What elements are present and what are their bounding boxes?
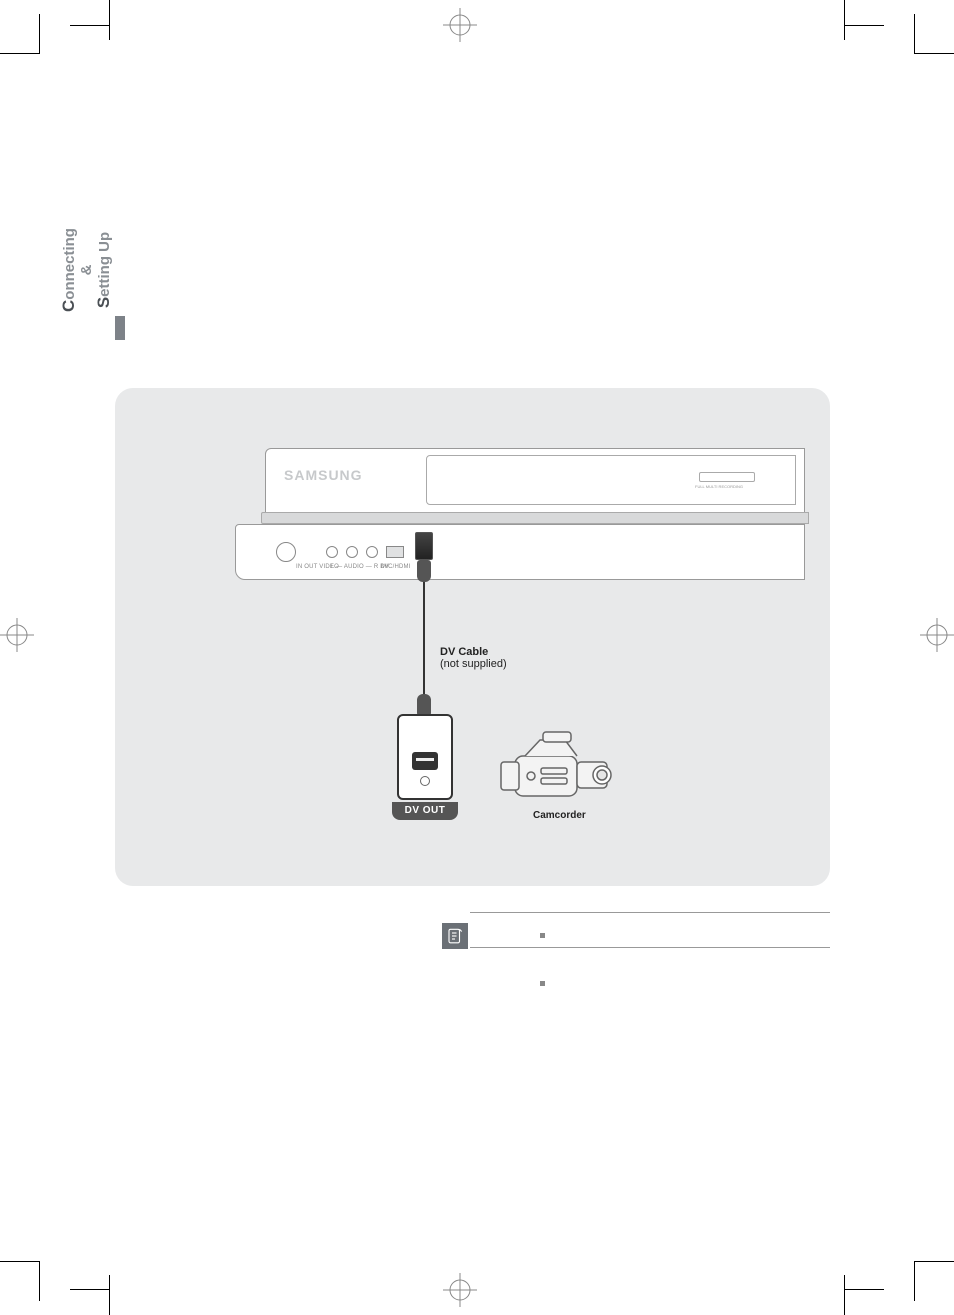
note-icon (442, 923, 468, 949)
crop-mark (39, 14, 40, 54)
dv-port-icon (386, 546, 404, 558)
tab-cap-1: C (59, 300, 78, 312)
tab-text-2: etting Up (96, 232, 113, 297)
format-badge (699, 472, 755, 482)
camcorder-label: Camcorder (533, 810, 586, 821)
dvd-recorder: SAMSUNG FULL MULTI RECORDING IN OUT VIDE… (265, 448, 805, 583)
crop-mark (914, 1261, 915, 1301)
recorder-footbar (261, 512, 809, 524)
format-badge-sub: FULL MULTI RECORDING (695, 484, 759, 490)
bullet-icon (540, 933, 545, 938)
note-block (470, 912, 830, 948)
crop-mark (914, 1261, 954, 1262)
dv-cable (423, 582, 425, 694)
disc-tray: FULL MULTI RECORDING (426, 455, 796, 505)
dv-out-port (397, 714, 453, 800)
registration-mark-icon (443, 8, 477, 42)
tab-text-1: onnecting & (61, 228, 95, 300)
crop-mark (70, 25, 110, 26)
cable-note: (not supplied) (440, 658, 507, 670)
crop-mark (844, 0, 845, 40)
section-tab-marker (115, 316, 125, 340)
av-jack-icon (346, 546, 358, 558)
crop-mark (844, 25, 884, 26)
crop-mark (70, 1289, 110, 1290)
dv-plug-icon (417, 560, 431, 582)
tab-cap-2: S (94, 297, 113, 308)
firewire-port-icon (412, 752, 438, 770)
dv-plug-icon (417, 694, 431, 716)
av-jack-icon (366, 546, 378, 558)
bullet-icon (540, 981, 545, 986)
crop-mark (0, 1261, 40, 1262)
registration-mark-icon (443, 1273, 477, 1307)
connection-diagram: SAMSUNG FULL MULTI RECORDING IN OUT VIDE… (115, 388, 830, 886)
camcorder-icon (495, 728, 625, 808)
crop-mark (914, 53, 954, 54)
brand-logo: SAMSUNG (284, 467, 363, 483)
crop-mark (109, 1275, 110, 1315)
registration-mark-icon (0, 618, 34, 652)
crop-mark (39, 1261, 40, 1301)
dv-out-label: DV OUT (392, 802, 458, 820)
cable-name: DV Cable (440, 646, 507, 658)
crop-mark (109, 0, 110, 40)
registration-mark-icon (920, 618, 954, 652)
recorder-body: SAMSUNG FULL MULTI RECORDING (265, 448, 805, 520)
crop-mark (844, 1289, 884, 1290)
front-panel: IN OUT VIDEO L — AUDIO — R DV MIC/HDMI (235, 524, 805, 580)
av-jack-icon (326, 546, 338, 558)
power-button-icon (276, 542, 296, 562)
screw-icon (420, 776, 430, 786)
panel-label: MIC/HDMI (381, 564, 411, 570)
section-tab: Connecting & Setting Up (60, 225, 110, 315)
crop-mark (844, 1275, 845, 1315)
crop-mark (0, 53, 40, 54)
dv-connector-top (415, 532, 433, 560)
crop-mark (914, 14, 915, 54)
cable-label: DV Cable (not supplied) (440, 646, 507, 670)
